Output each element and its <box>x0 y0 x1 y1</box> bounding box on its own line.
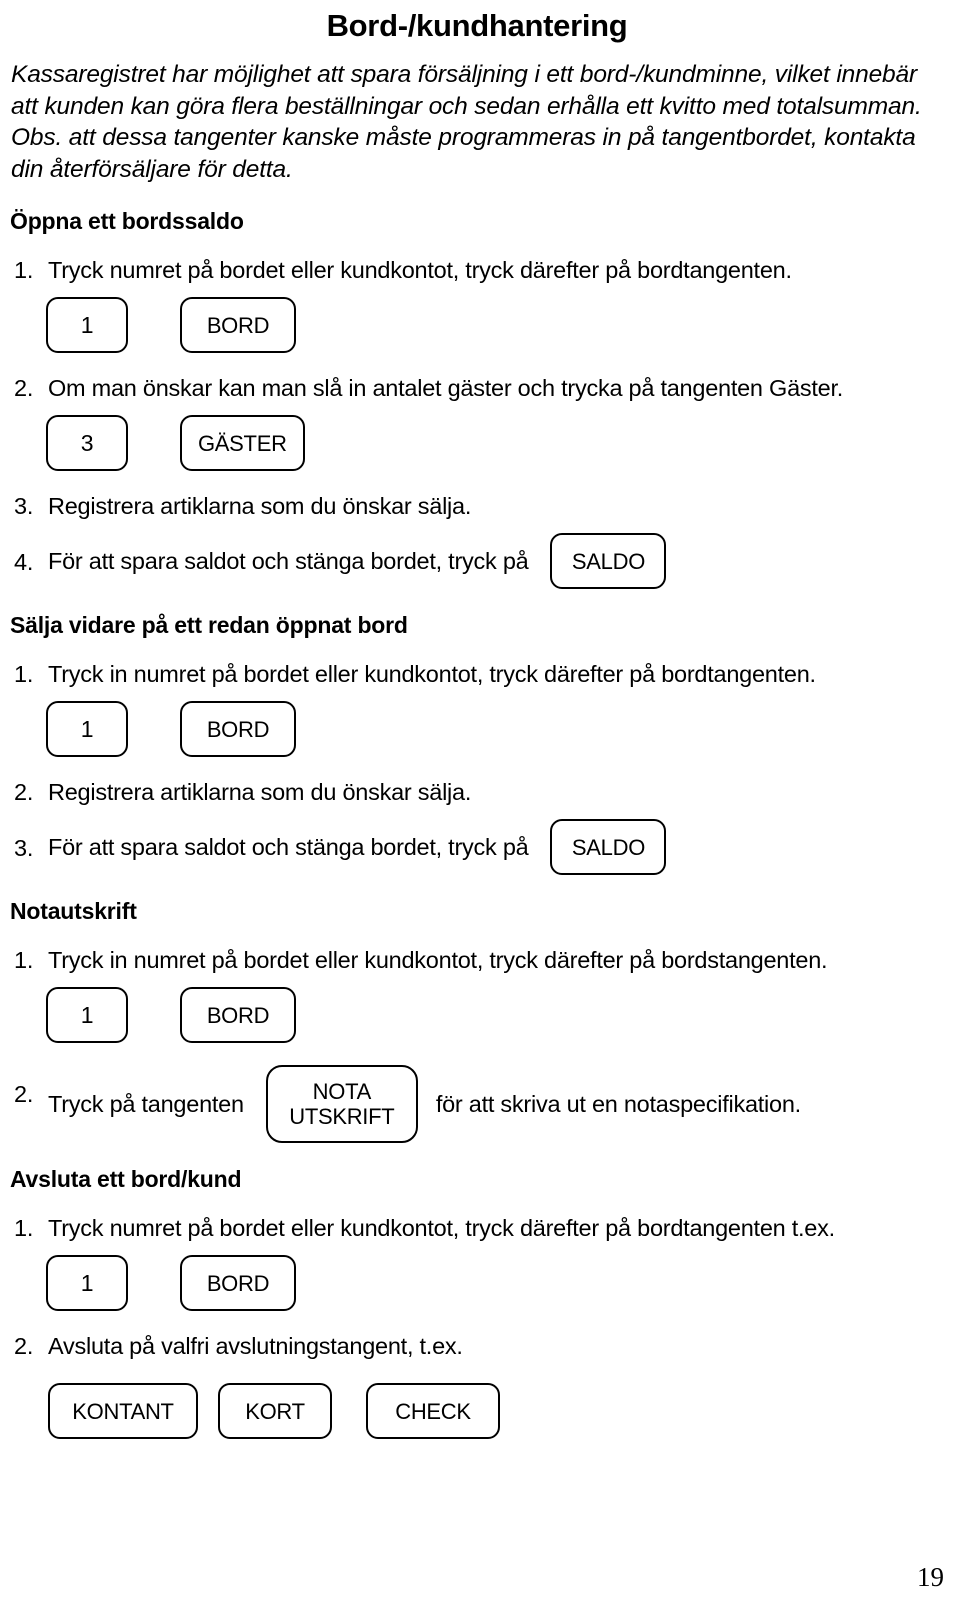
key-saldo[interactable]: SALDO <box>550 819 667 875</box>
step-text: Om man önskar kan man slå in antalet gäs… <box>48 375 844 401</box>
step-text: För att spara saldot och stänga bordet, … <box>48 834 529 860</box>
key-nota-utskrift-line2: UTSKRIFT <box>289 1104 395 1129</box>
step-number: 2. <box>14 779 34 805</box>
intro-paragraph: Kassaregistret har möjlighet att spara f… <box>11 61 922 183</box>
keyrow-oppna-2: 3 GÄSTER <box>46 415 946 471</box>
key-digit-1[interactable]: 1 <box>46 701 128 757</box>
key-kort[interactable]: KORT <box>218 1383 332 1439</box>
step-number: 2. <box>14 1333 34 1359</box>
step-text-before: Tryck på tangenten <box>48 1091 244 1117</box>
keyrow-avsluta-payment: KONTANT KORT CHECK <box>48 1383 946 1439</box>
section-heading-oppna: Öppna ett bordssaldo <box>10 208 244 234</box>
section-heading-salja: Sälja vidare på ett redan öppnat bord <box>10 612 408 638</box>
step-text: Registrera artiklarna som du önskar sälj… <box>48 493 472 519</box>
section-heading-nota: Notautskrift <box>10 898 137 924</box>
step-oppna-2: 2. Om man önskar kan man slå in antalet … <box>8 373 946 403</box>
step-text: För att spara saldot och stänga bordet, … <box>48 548 529 574</box>
step-number: 4. <box>14 549 34 575</box>
step-oppna-3: 3. Registrera artiklarna som du önskar s… <box>8 491 946 521</box>
step-number: 1. <box>14 1215 34 1241</box>
step-number: 1. <box>14 947 34 973</box>
step-text: Tryck numret på bordet eller kundkontot,… <box>48 1215 835 1241</box>
page-title: Bord-/kundhantering <box>326 8 628 43</box>
step-text-after: för att skriva ut en notaspecifikation. <box>435 1091 801 1117</box>
step-text: Tryck in numret på bordet eller kundkont… <box>48 947 828 973</box>
step-nota-1: 1. Tryck in numret på bordet eller kundk… <box>8 945 946 975</box>
step-nota-2: 2. Tryck på tangenten NOTA UTSKRIFT för … <box>8 1065 946 1143</box>
step-text: Avsluta på valfri avslutningstangent, t.… <box>48 1333 463 1359</box>
key-digit-1[interactable]: 1 <box>46 987 128 1043</box>
step-avsluta-2: 2. Avsluta på valfri avslutningstangent,… <box>8 1331 946 1361</box>
keyrow-nota-1: 1 BORD <box>46 987 946 1043</box>
step-avsluta-1: 1. Tryck numret på bordet eller kundkont… <box>8 1213 946 1243</box>
key-nota-utskrift[interactable]: NOTA UTSKRIFT <box>265 1065 418 1143</box>
key-bord[interactable]: BORD <box>180 297 296 353</box>
keyrow-avsluta-1: 1 BORD <box>46 1255 946 1311</box>
step-salja-2: 2. Registrera artiklarna som du önskar s… <box>8 777 946 807</box>
step-number: 2. <box>14 375 34 401</box>
key-saldo[interactable]: SALDO <box>550 533 667 589</box>
step-salja-1: 1. Tryck in numret på bordet eller kundk… <box>8 659 946 689</box>
key-digit-1[interactable]: 1 <box>46 297 128 353</box>
step-number: 2. <box>14 1081 34 1107</box>
section-heading-avsluta: Avsluta ett bord/kund <box>10 1166 242 1192</box>
key-bord[interactable]: BORD <box>180 987 296 1043</box>
step-number: 1. <box>14 661 34 687</box>
key-bord[interactable]: BORD <box>180 701 296 757</box>
step-text: Tryck in numret på bordet eller kundkont… <box>48 661 816 687</box>
keyrow-salja-1: 1 BORD <box>46 701 946 757</box>
step-number: 3. <box>14 493 34 519</box>
keyrow-oppna-1: 1 BORD <box>46 297 946 353</box>
key-check[interactable]: CHECK <box>366 1383 500 1439</box>
key-kontant[interactable]: KONTANT <box>48 1383 198 1439</box>
key-nota-utskrift-line1: NOTA <box>312 1079 372 1104</box>
step-number: 3. <box>14 835 34 861</box>
step-salja-3: 3. För att spara saldot och stänga borde… <box>8 819 946 875</box>
document-page: Bord-/kundhantering Kassaregistret har m… <box>0 4 960 1600</box>
step-text: Registrera artiklarna som du önskar sälj… <box>48 779 472 805</box>
key-gaster[interactable]: GÄSTER <box>180 415 305 471</box>
key-bord[interactable]: BORD <box>180 1255 296 1311</box>
key-digit-1[interactable]: 1 <box>46 1255 128 1311</box>
step-oppna-4: 4. För att spara saldot och stänga borde… <box>8 533 946 589</box>
step-oppna-1: 1. Tryck numret på bordet eller kundkont… <box>8 255 946 285</box>
key-digit-3[interactable]: 3 <box>46 415 128 471</box>
page-number: 19 <box>917 1562 944 1592</box>
step-number: 1. <box>14 257 34 283</box>
step-text: Tryck numret på bordet eller kundkontot,… <box>48 257 792 283</box>
